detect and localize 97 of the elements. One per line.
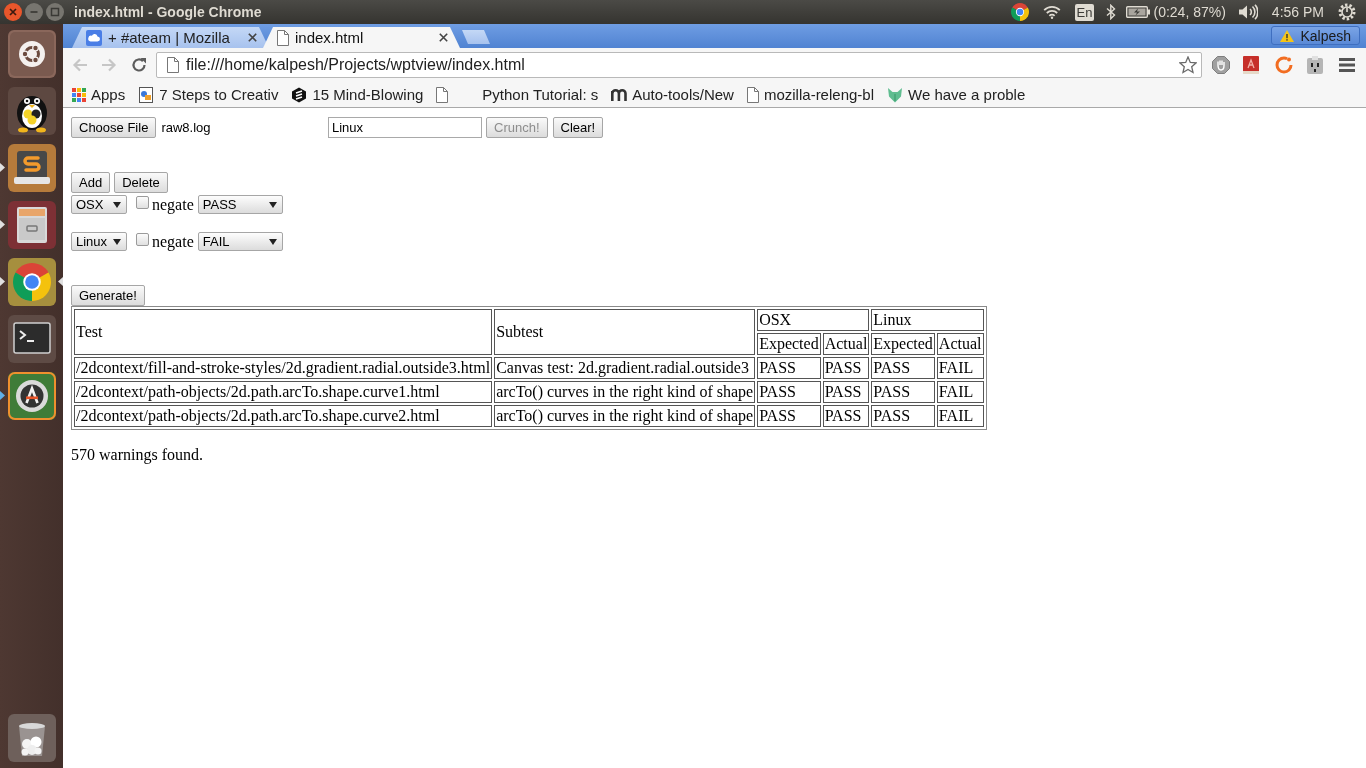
column-header: OSX	[757, 309, 870, 331]
ring-icon[interactable]	[1275, 56, 1293, 74]
keyboard-layout-indicator[interactable]: En	[1074, 3, 1095, 21]
choose-file-button[interactable]: Choose File	[71, 117, 157, 138]
platform-select[interactable]: Linux	[71, 232, 127, 251]
table-cell: FAIL	[936, 381, 984, 403]
ubuntu-logo-icon[interactable]	[7, 30, 56, 78]
page-icon	[746, 86, 759, 103]
table-cell: PASS	[871, 405, 935, 427]
filter-field[interactable]: Linux	[328, 117, 482, 138]
status-select[interactable]: FAIL	[197, 232, 283, 251]
address-bar[interactable]: file:///home/kalpesh/Projects/wptview/index.html	[156, 52, 1202, 78]
table-cell: Canvas test: 2d.gradient.radial.outside3	[494, 357, 756, 379]
hexagon-logo-icon	[291, 86, 308, 103]
volume-icon[interactable]	[1237, 4, 1258, 20]
status-text: 570 warnings found.	[71, 446, 204, 464]
bookmark[interactable]: 7 Steps to Creativ	[133, 83, 284, 106]
page-icon	[167, 57, 179, 73]
reload-icon[interactable]	[131, 57, 147, 73]
close-icon[interactable]	[439, 33, 448, 42]
clock-text: 4:56 PM	[1271, 5, 1324, 19]
penguin-icon[interactable]	[7, 87, 56, 135]
column-header: Actual	[822, 333, 870, 355]
animal-head-icon	[887, 86, 903, 103]
table-cell: PASS	[757, 381, 821, 403]
cloud-icon	[86, 29, 102, 46]
caret-icon	[113, 201, 121, 208]
socket-icon[interactable]	[1307, 56, 1323, 74]
column-header: Subtest	[494, 309, 756, 355]
trash-icon[interactable]	[7, 714, 56, 762]
chrome-logo-icon[interactable]	[7, 258, 56, 306]
bookmark[interactable]: Auto-tools/New	[606, 83, 739, 106]
wifi-icon[interactable]	[1042, 5, 1061, 19]
add-button[interactable]: Add	[71, 172, 111, 193]
checkbox-label: negate	[152, 196, 194, 213]
bookmark[interactable]: mozilla-releng-bl	[741, 83, 879, 106]
table-cell: PASS	[822, 357, 870, 379]
table-cell: PASS	[871, 357, 935, 379]
star-icon[interactable]	[1179, 56, 1197, 74]
table-cell: /2dcontext/path-objects/2d.path.arcTo.shape.curve2.html	[74, 405, 493, 427]
apps-grid-icon	[72, 87, 86, 102]
bookmark[interactable]: We have a proble	[882, 83, 1031, 106]
table-cell: FAIL	[936, 357, 984, 379]
caret-icon	[113, 238, 121, 245]
text-editor-icon[interactable]	[7, 144, 56, 192]
table-cell: arcTo() curves in the right kind of shape	[494, 381, 756, 403]
column-header: Expected	[871, 333, 935, 355]
platform-select[interactable]: OSX	[71, 195, 127, 214]
file-cabinet-icon[interactable]	[7, 201, 56, 249]
generate-button[interactable]: Generate!	[71, 285, 145, 306]
bluetooth-icon[interactable]	[1106, 4, 1117, 20]
table-cell: /2dcontext/fill-and-stroke-styles/2d.gradient.radial.outside3.html	[74, 357, 493, 379]
column-header: Actual	[936, 333, 984, 355]
checkbox[interactable]	[136, 196, 149, 209]
table-cell: PASS	[871, 381, 935, 403]
terminal-icon[interactable]	[7, 315, 56, 363]
clear-button[interactable]: Clear!	[552, 117, 604, 138]
table-cell: PASS	[757, 405, 821, 427]
arches-logo-icon	[611, 88, 628, 101]
status-select[interactable]: PASS	[197, 195, 283, 214]
delete-button[interactable]: Delete	[114, 172, 168, 193]
close-icon[interactable]	[4, 3, 22, 21]
chrome-logo-icon[interactable]	[1010, 3, 1029, 21]
browser-tab[interactable]: index.html	[263, 27, 460, 48]
close-icon[interactable]	[248, 33, 257, 42]
checkbox[interactable]	[136, 233, 149, 246]
software-update-icon[interactable]	[7, 372, 56, 420]
bookmark[interactable]: 15 Mind-Blowing	[286, 83, 429, 106]
bookmark[interactable]: Python Tutorial: s	[456, 83, 604, 106]
hand-stop-icon[interactable]	[1212, 56, 1230, 74]
column-header: Expected	[757, 333, 821, 355]
battery-icon[interactable]	[1126, 6, 1151, 18]
checkbox-label: negate	[152, 233, 194, 250]
profile-button[interactable]: Kalpesh	[1271, 26, 1360, 45]
apps-shortcut[interactable]: Apps	[67, 83, 131, 106]
gear-icon[interactable]	[1338, 3, 1356, 21]
table-cell: PASS	[822, 381, 870, 403]
book-icon[interactable]	[1243, 56, 1259, 74]
caret-icon	[268, 201, 277, 208]
column-header: Test	[74, 309, 493, 355]
file-name-text: raw8.log	[161, 118, 211, 137]
column-header: Linux	[871, 309, 984, 331]
menu-icon[interactable]	[1339, 58, 1355, 72]
maximize-icon[interactable]	[46, 3, 64, 21]
table-cell: /2dcontext/path-objects/2d.path.arcTo.shape.curve1.html	[74, 381, 493, 403]
document-image-icon	[138, 86, 155, 103]
battery-status-text: (0:24, 87%)	[1153, 5, 1226, 19]
page-icon	[277, 29, 289, 46]
warning-icon	[1280, 29, 1295, 42]
table-cell: PASS	[757, 357, 821, 379]
table-cell: arcTo() curves in the right kind of shape	[494, 405, 756, 427]
page-icon	[436, 86, 449, 103]
caret-icon	[268, 238, 277, 245]
table-cell: FAIL	[936, 405, 984, 427]
minimize-icon[interactable]	[25, 3, 43, 21]
table-cell: PASS	[822, 405, 870, 427]
window-title: index.html - Google Chrome	[74, 5, 262, 19]
